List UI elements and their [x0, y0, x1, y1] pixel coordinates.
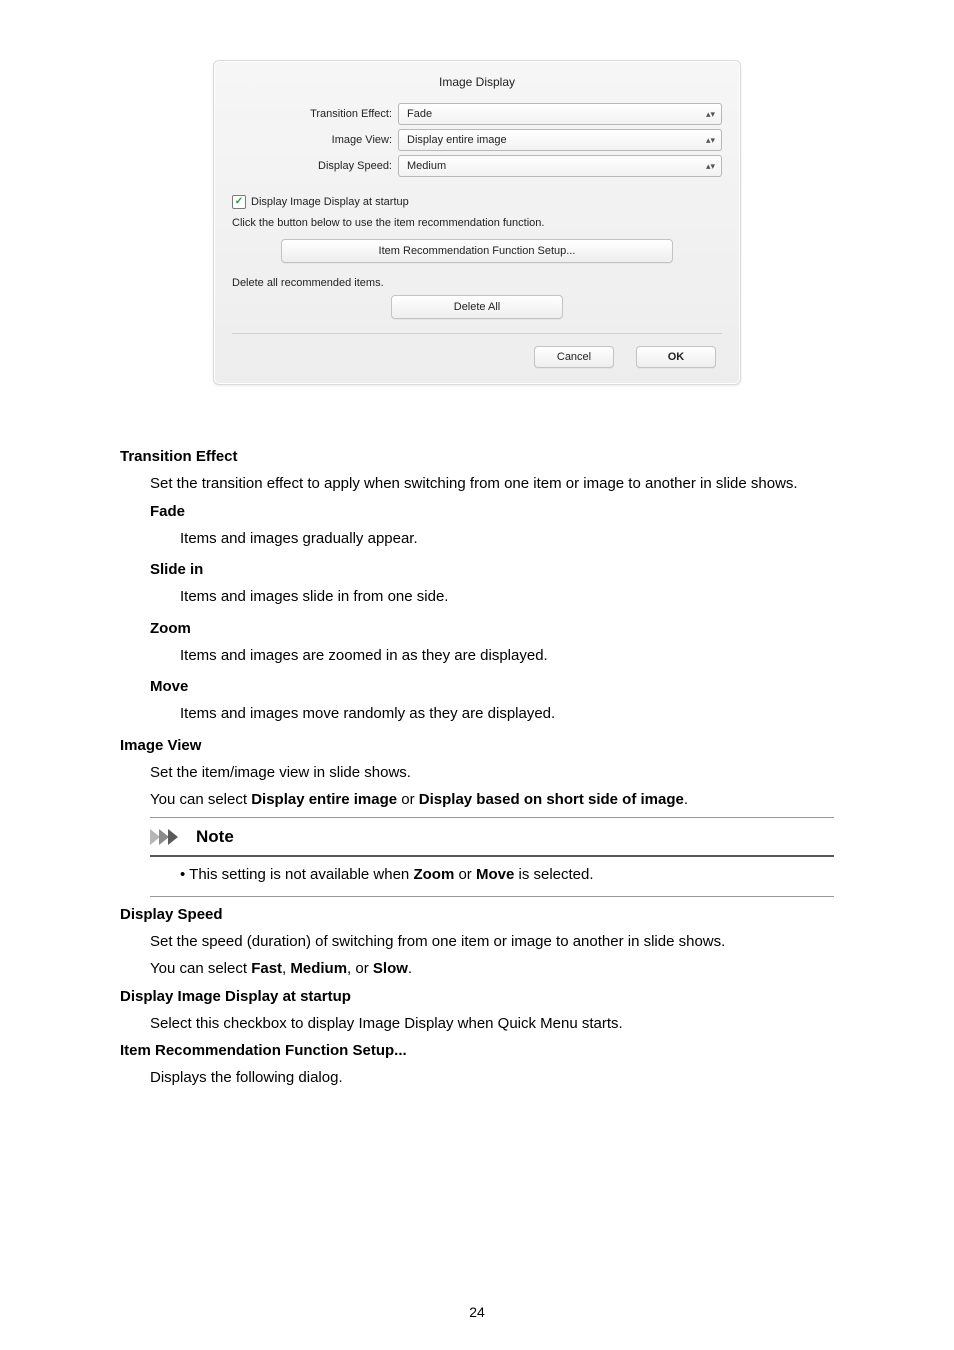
item-recommendation-desc: Displays the following dialog. — [150, 1066, 834, 1089]
display-at-startup-heading: Display Image Display at startup — [120, 985, 834, 1008]
transition-effect-value: Fade — [407, 108, 432, 120]
image-view-heading: Image View — [120, 734, 834, 757]
transition-effect-desc: Set the transition effect to apply when … — [150, 472, 834, 495]
delete-all-button[interactable]: Delete All — [391, 295, 563, 319]
dialog-title: Image Display — [232, 75, 722, 99]
select-chevrons-icon: ▴▾ — [706, 163, 715, 170]
item-recommendation-setup-button[interactable]: Item Recommendation Function Setup... — [281, 239, 673, 263]
note-chevrons-icon — [150, 829, 190, 845]
image-view-desc1: Set the item/image view in slide shows. — [150, 761, 834, 784]
transition-effect-heading: Transition Effect — [120, 445, 834, 468]
zoom-desc: Items and images are zoomed in as they a… — [180, 644, 834, 667]
documentation-body: Transition Effect Set the transition eff… — [120, 445, 834, 1090]
display-speed-desc1: Set the speed (duration) of switching fr… — [150, 930, 834, 953]
transition-effect-select[interactable]: Fade ▴▾ — [398, 103, 722, 125]
image-view-value: Display entire image — [407, 134, 507, 146]
ok-button[interactable]: OK — [636, 346, 716, 368]
transition-effect-label: Transition Effect: — [232, 108, 398, 120]
slide-in-desc: Items and images slide in from one side. — [180, 585, 834, 608]
slide-in-heading: Slide in — [150, 558, 834, 581]
item-rec-hint: Click the button below to use the item r… — [232, 217, 722, 229]
display-speed-label: Display Speed: — [232, 160, 398, 172]
display-at-startup-desc: Select this checkbox to display Image Di… — [150, 1012, 834, 1035]
cancel-button[interactable]: Cancel — [534, 346, 614, 368]
delete-items-text: Delete all recommended items. — [232, 277, 722, 289]
select-chevrons-icon: ▴▾ — [706, 111, 715, 118]
note-text: • This setting is not available when Zoo… — [180, 863, 834, 886]
page-number: 24 — [0, 1304, 954, 1320]
image-view-desc2: You can select Display entire image or D… — [150, 788, 834, 811]
dialog-separator — [232, 333, 722, 334]
startup-checkbox-label: Display Image Display at startup — [251, 196, 409, 208]
startup-checkbox[interactable] — [232, 195, 246, 209]
move-desc: Items and images move randomly as they a… — [180, 702, 834, 725]
display-speed-value: Medium — [407, 160, 446, 172]
select-chevrons-icon: ▴▾ — [706, 137, 715, 144]
display-speed-heading: Display Speed — [120, 903, 834, 926]
image-view-label: Image View: — [232, 134, 398, 146]
fade-desc: Items and images gradually appear. — [180, 527, 834, 550]
zoom-heading: Zoom — [150, 617, 834, 640]
display-speed-desc2: You can select Fast, Medium, or Slow. — [150, 957, 834, 980]
move-heading: Move — [150, 675, 834, 698]
display-speed-select[interactable]: Medium ▴▾ — [398, 155, 722, 177]
note-box: Note • This setting is not available whe… — [150, 817, 834, 897]
note-heading: Note — [196, 824, 234, 850]
image-view-select[interactable]: Display entire image ▴▾ — [398, 129, 722, 151]
item-recommendation-heading: Item Recommendation Function Setup... — [120, 1039, 834, 1062]
fade-heading: Fade — [150, 500, 834, 523]
image-display-dialog: Image Display Transition Effect: Fade ▴▾… — [213, 60, 741, 385]
